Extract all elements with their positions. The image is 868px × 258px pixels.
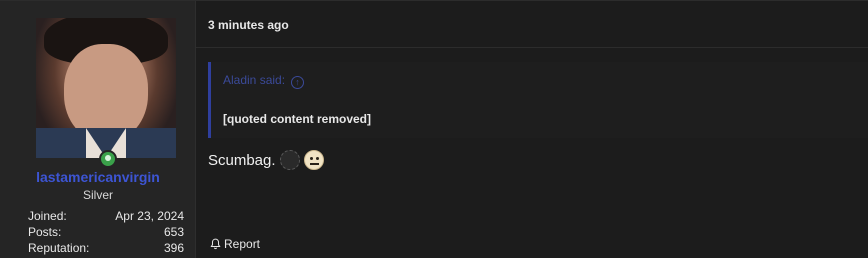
stat-value: 396 [163,241,184,255]
neutral-face-emoji-icon [303,150,324,170]
stat-row-posts: Posts: 653 [28,224,184,240]
header-divider [196,47,868,48]
reply-text: Scumbag. [208,151,276,169]
post-timestamp[interactable]: 3 minutes ago [208,18,289,32]
bell-icon [210,238,221,250]
online-status-icon [99,150,117,168]
stat-row-reputation: Reputation: 396 [28,240,184,256]
user-stats: Joined: Apr 23, 2024 Posts: 653 Reputati… [28,208,184,256]
jump-to-quote-icon[interactable]: ↑ [291,76,305,89]
user-info-panel: lastamericanvirgin Silver Joined: Apr 23… [0,1,196,258]
forum-post: lastamericanvirgin Silver Joined: Apr 23… [0,0,868,258]
quote-block: Aladin said: ↑ [quoted content removed] [208,62,868,138]
report-button[interactable]: Report [210,237,260,251]
quote-body: [quoted content removed] [223,112,372,126]
username-link[interactable]: lastamericanvirgin [0,169,196,185]
stat-label: Posts: [28,225,62,239]
user-rank: Silver [82,188,113,202]
report-label[interactable]: Report [224,237,260,251]
stat-value: 653 [163,225,184,239]
stat-label: Joined: [28,209,67,223]
stat-row-joined: Joined: Apr 23, 2024 [28,208,184,224]
post-content: 3 minutes ago Aladin said: ↑ [quoted cont… [196,1,868,258]
placeholder-emoji-icon [279,150,300,170]
stat-label: Reputation: [28,241,90,255]
avatar[interactable] [36,18,176,158]
emoji-mouth [309,163,319,165]
quote-author-label[interactable]: Aladin said: [223,73,285,87]
stat-value: Apr 23, 2024 [115,209,184,223]
quote-author[interactable]: Aladin said: ↑ [223,73,305,89]
reply-body: Scumbag. [208,150,324,170]
